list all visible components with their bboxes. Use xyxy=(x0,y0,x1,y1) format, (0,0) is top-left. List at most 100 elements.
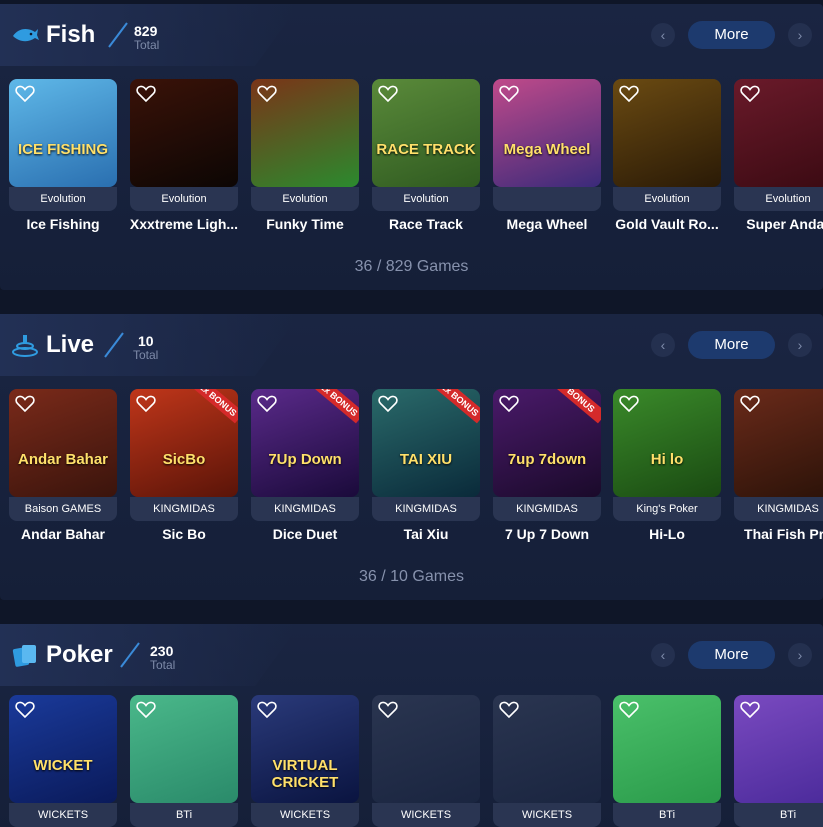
provider-label: BTi xyxy=(734,803,823,827)
section-total-label: Total xyxy=(150,658,176,672)
game-card[interactable]: 7up 7down BONUS KINGMIDAS 7 Up 7 Down xyxy=(493,389,601,549)
heart-icon[interactable] xyxy=(619,701,639,719)
game-logo-text: Andar Bahar xyxy=(17,451,109,468)
game-card[interactable]: Evolution Gold Vault Ro... xyxy=(613,79,721,239)
game-thumbnail[interactable] xyxy=(130,79,238,187)
game-card[interactable]: ICE FISHING Evolution Ice Fishing xyxy=(9,79,117,239)
game-thumbnail[interactable] xyxy=(130,695,238,803)
next-button[interactable]: › xyxy=(788,23,812,47)
game-card[interactable]: RACE TRACK Evolution Race Track xyxy=(372,79,480,239)
game-thumbnail[interactable] xyxy=(613,695,721,803)
next-button[interactable]: › xyxy=(788,643,812,667)
game-card[interactable]: WICKETS xyxy=(372,695,480,827)
more-button[interactable]: More xyxy=(688,21,775,49)
game-thumbnail[interactable]: WICKET xyxy=(9,695,117,803)
provider-label: KINGMIDAS xyxy=(130,497,238,521)
game-name: Funky Time xyxy=(266,216,344,232)
fish-icon xyxy=(13,28,39,42)
game-card[interactable]: Andar Bahar Baison GAMES Andar Bahar xyxy=(9,389,117,549)
provider-label: WICKETS xyxy=(372,803,480,827)
more-button[interactable]: More xyxy=(688,641,775,669)
prev-button[interactable]: ‹ xyxy=(651,333,675,357)
game-thumbnail[interactable] xyxy=(251,79,359,187)
heart-icon[interactable] xyxy=(499,395,519,413)
heart-icon[interactable] xyxy=(619,85,639,103)
heart-icon[interactable] xyxy=(499,85,519,103)
game-card[interactable]: WICKET WICKETS xyxy=(9,695,117,827)
heart-icon[interactable] xyxy=(378,85,398,103)
prev-button[interactable]: ‹ xyxy=(651,23,675,47)
game-card[interactable]: BTi xyxy=(734,695,823,827)
heart-icon[interactable] xyxy=(257,701,277,719)
game-card[interactable]: SicBo 2x BONUS KINGMIDAS Sic Bo xyxy=(130,389,238,549)
heart-icon[interactable] xyxy=(619,395,639,413)
provider-label: Evolution xyxy=(251,187,359,211)
game-thumbnail[interactable]: 7Up Down 2x BONUS xyxy=(251,389,359,497)
prev-button[interactable]: ‹ xyxy=(651,643,675,667)
game-thumbnail[interactable] xyxy=(734,695,823,803)
games-count-footer: 36 / 10 Games xyxy=(359,568,464,585)
game-name: Race Track xyxy=(389,216,463,232)
game-card[interactable]: Hi lo King's Poker Hi-Lo xyxy=(613,389,721,549)
game-thumbnail[interactable]: ICE FISHING xyxy=(9,79,117,187)
next-button[interactable]: › xyxy=(788,333,812,357)
game-name: Gold Vault Ro... xyxy=(615,216,719,232)
game-thumbnail[interactable] xyxy=(734,389,823,497)
heart-icon[interactable] xyxy=(740,395,760,413)
provider-label: BTi xyxy=(613,803,721,827)
game-thumbnail[interactable] xyxy=(613,79,721,187)
game-thumbnail[interactable]: Mega Wheel xyxy=(493,79,601,187)
game-thumbnail[interactable] xyxy=(372,695,480,803)
heart-icon[interactable] xyxy=(15,395,35,413)
game-name: Tai Xiu xyxy=(403,526,449,542)
game-card[interactable]: WICKETS xyxy=(493,695,601,827)
game-card[interactable]: TAI XIU 2x BONUS KINGMIDAS Tai Xiu xyxy=(372,389,480,549)
game-thumbnail[interactable]: VIRTUAL CRICKET xyxy=(251,695,359,803)
section-count: 829 xyxy=(134,23,158,39)
game-thumbnail[interactable]: TAI XIU 2x BONUS xyxy=(372,389,480,497)
game-thumbnail[interactable]: SicBo 2x BONUS xyxy=(130,389,238,497)
heart-icon[interactable] xyxy=(499,701,519,719)
heart-icon[interactable] xyxy=(257,395,277,413)
heart-icon[interactable] xyxy=(136,395,156,413)
game-list: ICE FISHING Evolution Ice Fishing Evolution… xyxy=(9,79,823,239)
game-logo-text: SicBo xyxy=(162,451,206,468)
heart-icon[interactable] xyxy=(740,85,760,103)
section-total-label: Total xyxy=(133,348,159,362)
game-logo-text: VIRTUAL CRICKET xyxy=(271,757,339,791)
section-total-label: Total xyxy=(134,38,160,52)
game-logo-text: 7up 7down xyxy=(507,451,587,468)
game-logo-text: WICKET xyxy=(33,757,93,774)
game-card[interactable]: Mega Wheel Mega Wheel xyxy=(493,79,601,239)
game-thumbnail[interactable]: Hi lo xyxy=(613,389,721,497)
heart-icon[interactable] xyxy=(136,85,156,103)
game-name: Thai Fish Pra xyxy=(744,526,823,542)
game-card[interactable]: 7Up Down 2x BONUS KINGMIDAS Dice Duet xyxy=(251,389,359,549)
heart-icon[interactable] xyxy=(740,701,760,719)
game-thumbnail[interactable]: Andar Bahar xyxy=(9,389,117,497)
heart-icon[interactable] xyxy=(15,701,35,719)
provider-label xyxy=(493,187,601,211)
game-card[interactable]: BTi xyxy=(613,695,721,827)
game-thumbnail[interactable] xyxy=(734,79,823,187)
provider-label: Evolution xyxy=(130,187,238,211)
game-card[interactable]: BTi xyxy=(130,695,238,827)
heart-icon[interactable] xyxy=(378,701,398,719)
provider-label: Evolution xyxy=(734,187,823,211)
heart-icon[interactable] xyxy=(257,85,277,103)
game-card[interactable]: KINGMIDAS Thai Fish Pra xyxy=(734,389,823,549)
game-thumbnail[interactable]: 7up 7down BONUS xyxy=(493,389,601,497)
game-thumbnail[interactable] xyxy=(493,695,601,803)
game-thumbnail[interactable]: RACE TRACK xyxy=(372,79,480,187)
more-button[interactable]: More xyxy=(688,331,775,359)
game-card[interactable]: Evolution Xxxtreme Ligh... xyxy=(130,79,238,239)
provider-label: BTi xyxy=(130,803,238,827)
heart-icon[interactable] xyxy=(15,85,35,103)
chevron-left-icon: ‹ xyxy=(660,337,666,353)
game-card[interactable]: Evolution Super Andar xyxy=(734,79,823,239)
game-card[interactable]: Evolution Funky Time xyxy=(251,79,359,239)
heart-icon[interactable] xyxy=(378,395,398,413)
heart-icon[interactable] xyxy=(136,701,156,719)
game-name: Sic Bo xyxy=(162,526,206,542)
game-card[interactable]: VIRTUAL CRICKET WICKETS xyxy=(251,695,359,827)
